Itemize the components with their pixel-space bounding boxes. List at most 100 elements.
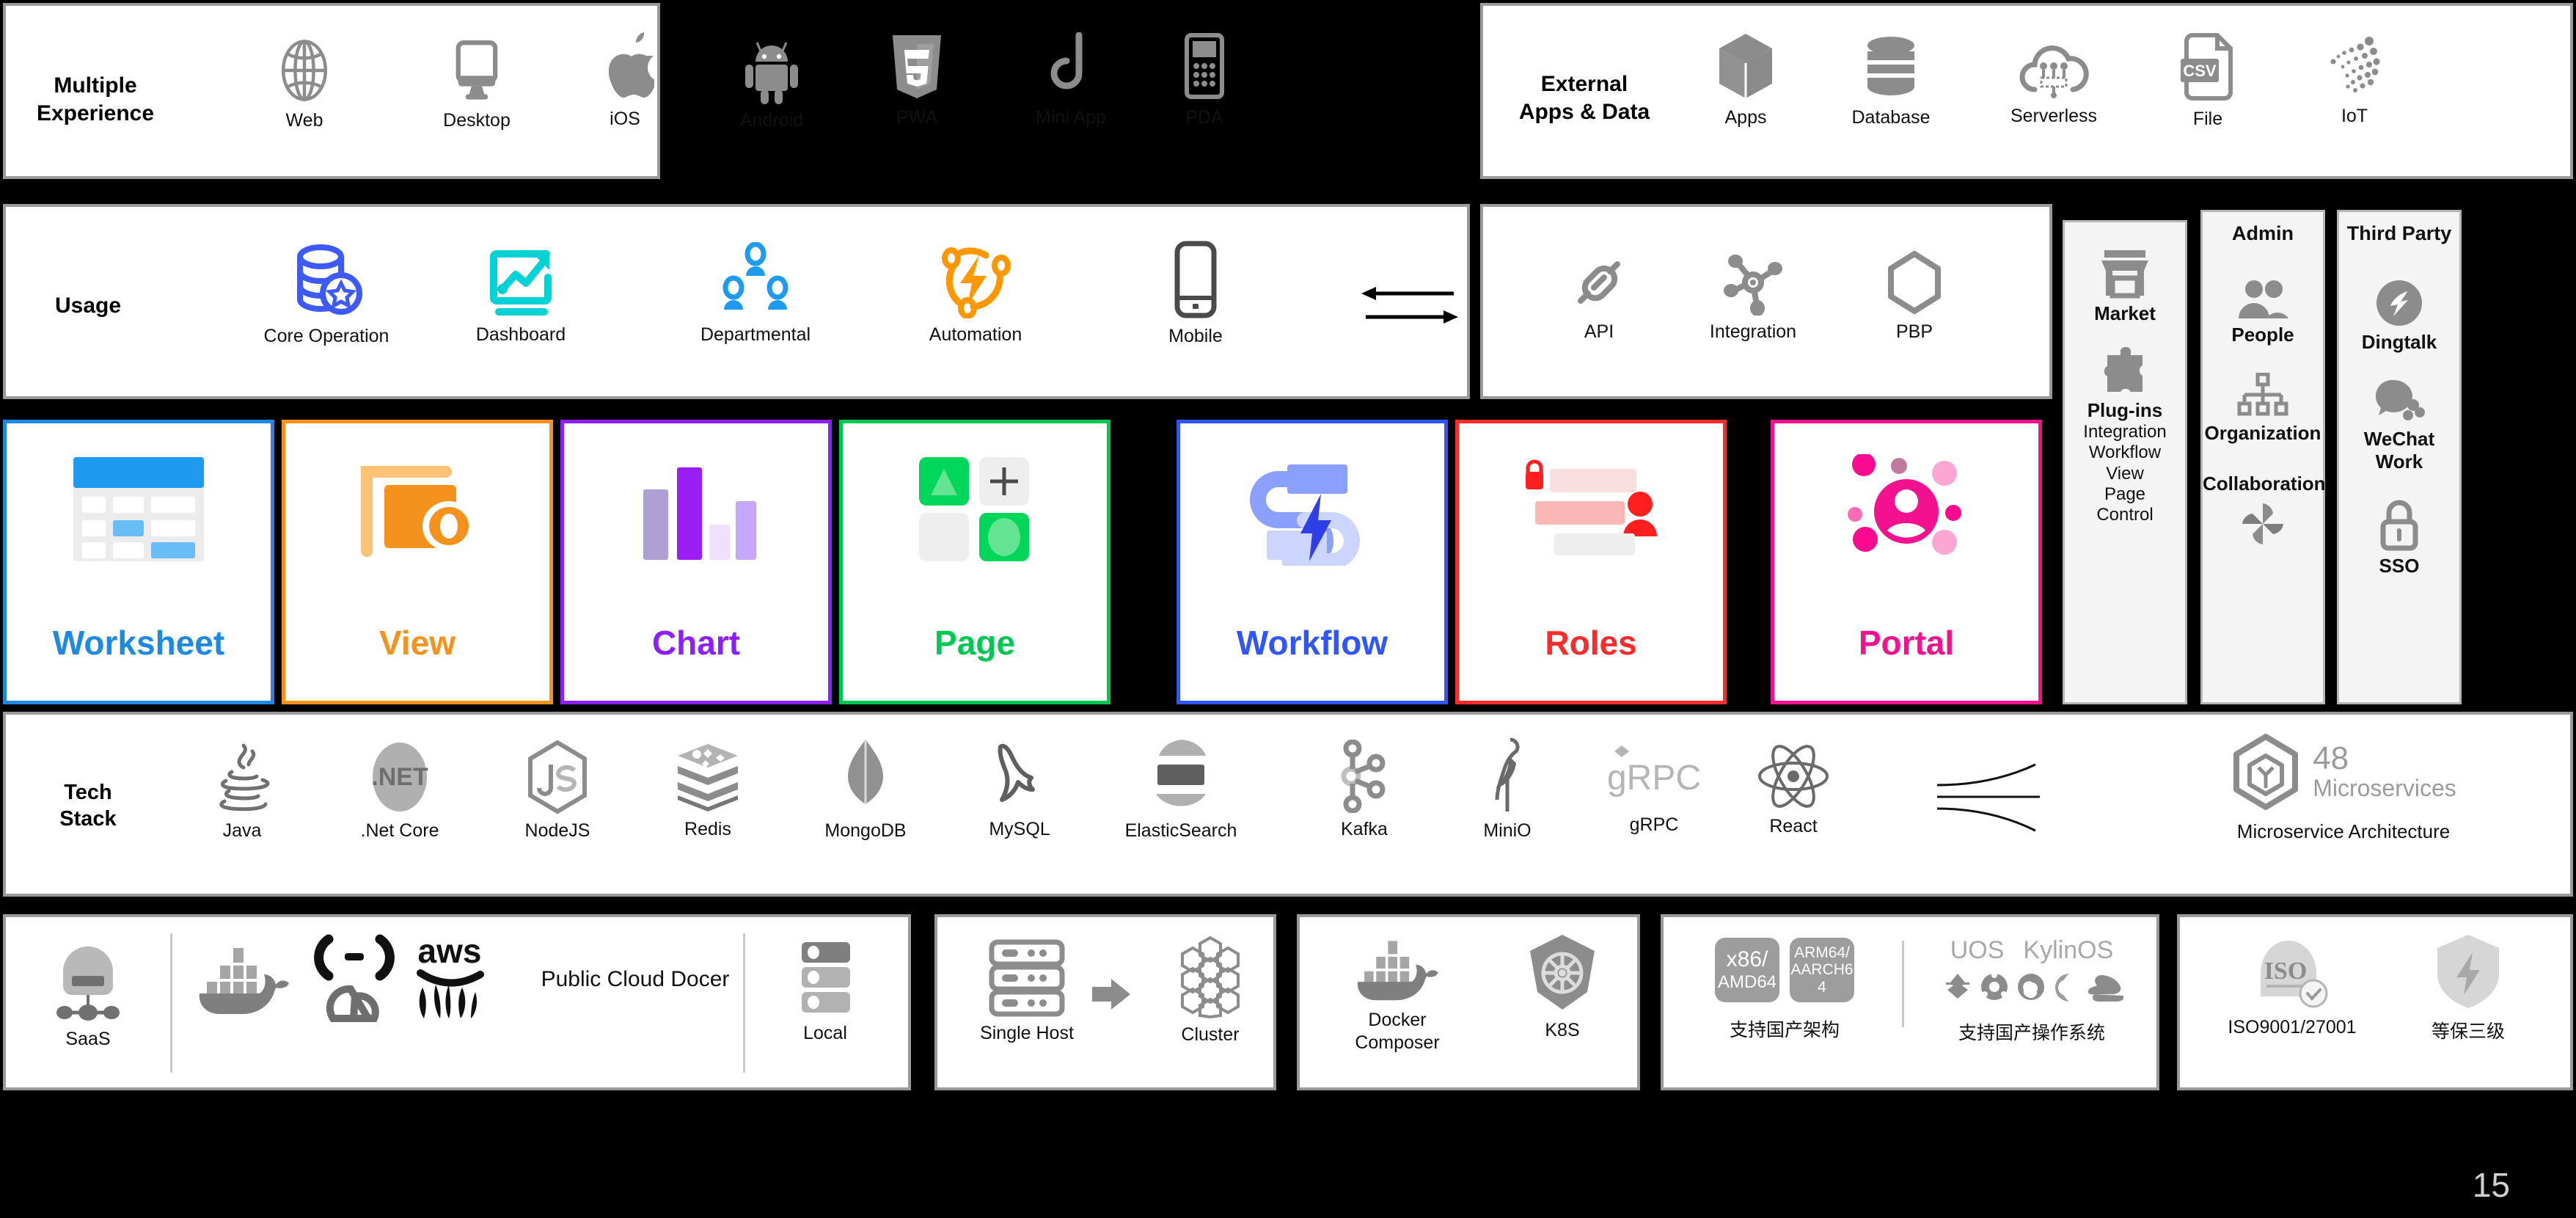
plugins-item[interactable]: Plug-ins Integration Workflow View Page … bbox=[2065, 346, 2185, 526]
plugin-sub-view: View bbox=[2106, 463, 2144, 484]
usage-item-mobile[interactable]: Mobile bbox=[1122, 241, 1269, 347]
tech-item-mongodb[interactable]: MongoDB bbox=[792, 738, 939, 842]
third-party-item-wechat-work[interactable]: WeChat Work bbox=[2339, 379, 2459, 473]
nodejs-hexagon-icon bbox=[528, 740, 587, 814]
deployment-item-label: K8S bbox=[1545, 1020, 1580, 1040]
microservice-architecture-block[interactable]: 48 Microservices Microservice Architectu… bbox=[2171, 734, 2516, 843]
experience-item-pda[interactable]: PDA bbox=[1138, 32, 1270, 128]
module-card-chart[interactable]: Chart bbox=[560, 420, 832, 704]
portal-user-icon bbox=[1848, 454, 1961, 555]
deployment-item-single-host[interactable]: Single Host bbox=[954, 939, 1100, 1044]
interface-item-integration[interactable]: Integration bbox=[1680, 249, 1826, 343]
kubernetes-helm-icon bbox=[1530, 935, 1595, 1010]
deployment-item-label: 支持国产操作系统 bbox=[1958, 1023, 2105, 1043]
external-item-database[interactable]: Database bbox=[1818, 34, 1964, 128]
mini-app-hook-icon bbox=[1050, 32, 1083, 90]
tech-item-redis[interactable]: Redis bbox=[642, 741, 774, 840]
external-item-label: Database bbox=[1851, 107, 1931, 128]
market-column: Market Plug-ins Integration Workflow Vie… bbox=[2063, 220, 2187, 704]
experience-item-label: PDA bbox=[1185, 107, 1223, 128]
grpc-icon: gRPC bbox=[1607, 745, 1701, 798]
external-item-apps[interactable]: Apps bbox=[1680, 31, 1812, 128]
module-card-label: Chart bbox=[651, 624, 741, 662]
deployment-item-domestic-architecture[interactable]: x86/ AMD64 ARM64/ AARCH6 4 支持国产架构 bbox=[1678, 938, 1891, 1042]
module-card-label: Portal bbox=[1858, 624, 1955, 662]
tech-item-nodejs[interactable]: NodeJS bbox=[491, 740, 623, 842]
experience-item-label: Desktop bbox=[443, 110, 511, 131]
pinwheel-icon bbox=[2242, 503, 2283, 544]
deployment-item-iso[interactable]: ISO ISO9001/27001 bbox=[2200, 933, 2384, 1038]
deployment-item-domestic-os[interactable]: UOS KylinOS 支持国产操作系统 bbox=[1918, 936, 2145, 1045]
tech-item-grpc[interactable]: gRPC gRPC bbox=[1584, 745, 1724, 836]
usage-interfaces-bidirectional-arrows bbox=[1361, 287, 1458, 324]
deployment-item-saas[interactable]: SaaS bbox=[15, 944, 161, 1050]
module-card-label: Page bbox=[934, 624, 1015, 662]
experience-item-android[interactable]: Android bbox=[706, 38, 838, 131]
tech-item-minio[interactable]: MiniO bbox=[1441, 737, 1573, 842]
module-card-workflow[interactable]: Workflow bbox=[1177, 420, 1448, 704]
tech-item-label: Java bbox=[222, 820, 262, 841]
interface-item-pbp[interactable]: PBP bbox=[1848, 249, 1980, 343]
deployment-item-public-cloud[interactable]: aws Public Cloud Docer bbox=[183, 932, 741, 1027]
tech-item-label: MongoDB bbox=[824, 820, 907, 841]
svg-text:.NET: .NET bbox=[371, 763, 428, 791]
microservice-count: 48 bbox=[2313, 740, 2349, 776]
module-card-page[interactable]: Page bbox=[839, 420, 1110, 704]
admin-column-title: Admin bbox=[2232, 222, 2294, 244]
experience-item-mini-app[interactable]: Mini App bbox=[983, 32, 1159, 128]
admin-item-people[interactable]: People bbox=[2203, 279, 2323, 346]
deployment-item-dengbao[interactable]: 等保三级 bbox=[2384, 932, 2553, 1043]
deployment-item-docker-composer[interactable]: Docker Composer bbox=[1320, 930, 1474, 1054]
external-item-iot[interactable]: IoT bbox=[2288, 32, 2421, 127]
external-item-file[interactable]: CSV File bbox=[2142, 32, 2274, 130]
worksheet-table-icon bbox=[73, 457, 204, 561]
interface-item-api[interactable]: API bbox=[1533, 249, 1665, 343]
third-party-item-sso[interactable]: SSO bbox=[2339, 498, 2459, 577]
experience-item-desktop[interactable]: Desktop bbox=[411, 37, 543, 131]
third-party-column: Third Party Dingtalk WeChat Work SSO bbox=[2337, 210, 2462, 704]
module-card-worksheet[interactable]: Worksheet bbox=[3, 420, 274, 704]
module-card-portal[interactable]: Portal bbox=[1771, 420, 2042, 704]
tech-item-java[interactable]: Java bbox=[176, 741, 308, 842]
plugin-sub-workflow: Workflow bbox=[2088, 442, 2162, 463]
external-item-serverless[interactable]: Serverless bbox=[1973, 37, 2134, 127]
usage-item-dashboard[interactable]: Dashboard bbox=[440, 242, 601, 346]
usage-item-automation[interactable]: Automation bbox=[891, 241, 1060, 346]
experience-item-ios[interactable]: iOS bbox=[559, 31, 691, 130]
interface-item-label: API bbox=[1584, 321, 1614, 342]
cloud-brand-logos-icon: aws bbox=[313, 932, 484, 1022]
market-item[interactable]: Market bbox=[2065, 249, 2185, 325]
csv-file-icon: CSV bbox=[2181, 33, 2233, 101]
tech-item-mysql[interactable]: MySQL bbox=[954, 740, 1086, 840]
tech-item-dotnet-core[interactable]: .NET .Net Core bbox=[330, 740, 469, 842]
admin-item-organization[interactable]: Organization bbox=[2203, 372, 2323, 445]
database-star-icon bbox=[297, 244, 362, 315]
usage-item-core-operation[interactable]: Core Operation bbox=[235, 241, 418, 347]
experience-item-pwa[interactable]: PWA bbox=[851, 34, 983, 128]
module-card-label: Workflow bbox=[1236, 624, 1388, 662]
deployment-item-label: ISO9001/27001 bbox=[2228, 1017, 2357, 1038]
os-name-kylinos: KylinOS bbox=[2023, 936, 2114, 964]
svg-text:aws: aws bbox=[417, 932, 481, 970]
module-card-view[interactable]: View bbox=[282, 420, 553, 704]
external-apps-data-label: External Apps & Data bbox=[1496, 70, 1672, 125]
admin-item-collaboration[interactable]: Collaboration bbox=[2203, 473, 2326, 550]
tech-item-elasticsearch[interactable]: ElasticSearch bbox=[1093, 738, 1269, 842]
deployment-item-label: Local bbox=[803, 1023, 847, 1043]
dotnet-icon: .NET bbox=[371, 743, 428, 812]
architecture-diagram-slide: Multiple Experience Web Desktop iOS Andr… bbox=[0, 0, 2576, 1218]
module-card-roles[interactable]: Roles bbox=[1455, 420, 1727, 704]
tech-item-react[interactable]: React bbox=[1727, 743, 1859, 837]
tech-item-nginx[interactable] bbox=[1922, 763, 2083, 838]
tech-item-kafka[interactable]: Kafka bbox=[1298, 740, 1430, 840]
padlock-icon bbox=[2380, 500, 2418, 551]
external-item-label: IoT bbox=[2341, 106, 2368, 126]
kafka-nodes-icon bbox=[1341, 740, 1386, 813]
page-number: 15 bbox=[2472, 1166, 2510, 1204]
usage-item-departmental[interactable]: Departmental bbox=[664, 242, 847, 346]
third-party-item-dingtalk[interactable]: Dingtalk bbox=[2339, 279, 2459, 354]
deployment-item-local[interactable]: Local bbox=[755, 939, 895, 1044]
deployment-item-cluster[interactable]: Cluster bbox=[1144, 936, 1276, 1046]
deployment-item-k8s[interactable]: K8S bbox=[1496, 933, 1628, 1041]
experience-item-web[interactable]: Web bbox=[238, 37, 370, 131]
